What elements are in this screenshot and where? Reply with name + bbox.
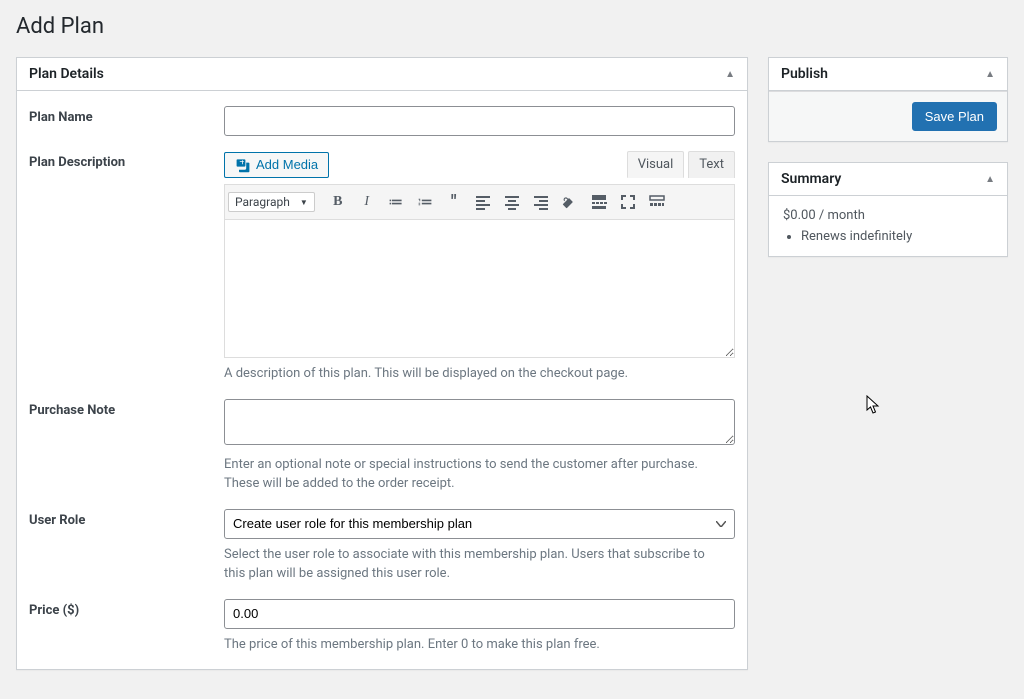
- summary-header[interactable]: Summary ▲: [769, 163, 1007, 196]
- save-plan-button[interactable]: Save Plan: [912, 102, 997, 131]
- summary-body: $0.00 / month Renews indefinitely: [769, 196, 1007, 256]
- chevron-down-icon: ▼: [300, 198, 308, 207]
- collapse-icon[interactable]: ▲: [725, 69, 735, 80]
- summary-title: Summary: [781, 171, 841, 187]
- plan-name-input[interactable]: [224, 106, 735, 136]
- bold-button[interactable]: B: [324, 188, 352, 216]
- plan-description-row: Plan Description Add Media Visual Text: [17, 136, 747, 384]
- summary-box: Summary ▲ $0.00 / month Renews indefinit…: [768, 162, 1008, 257]
- editor-toolbar: Paragraph ▼ B I ": [224, 184, 735, 220]
- user-role-help: Select the user role to associate with t…: [224, 545, 714, 584]
- insert-more-button[interactable]: [585, 188, 613, 216]
- price-label: Price ($): [29, 599, 224, 655]
- media-icon: [235, 157, 251, 173]
- plan-description-label: Plan Description: [29, 151, 224, 384]
- align-right-button[interactable]: [527, 188, 555, 216]
- purchase-note-label: Purchase Note: [29, 399, 224, 494]
- publish-header[interactable]: Publish ▲: [769, 58, 1007, 91]
- plan-details-box: Plan Details ▲ Plan Name Plan Descriptio…: [16, 57, 748, 670]
- purchase-note-input[interactable]: [224, 399, 735, 445]
- user-role-row: User Role Create user role for this memb…: [17, 494, 747, 584]
- description-editor[interactable]: [224, 220, 735, 358]
- kitchen-sink-button[interactable]: [643, 188, 671, 216]
- link-button[interactable]: [556, 188, 584, 216]
- plan-details-header[interactable]: Plan Details ▲: [17, 58, 747, 91]
- plan-name-label: Plan Name: [29, 106, 224, 136]
- price-help: The price of this membership plan. Enter…: [224, 635, 714, 655]
- user-role-label: User Role: [29, 509, 224, 584]
- publish-box: Publish ▲ Save Plan: [768, 57, 1008, 142]
- price-row: Price ($) The price of this membership p…: [17, 584, 747, 670]
- price-input[interactable]: [224, 599, 735, 629]
- left-column: Plan Details ▲ Plan Name Plan Descriptio…: [16, 57, 748, 690]
- align-center-button[interactable]: [498, 188, 526, 216]
- align-left-button[interactable]: [469, 188, 497, 216]
- page-title: Add Plan: [16, 14, 1008, 39]
- visual-tab[interactable]: Visual: [627, 151, 685, 178]
- add-media-button[interactable]: Add Media: [224, 152, 329, 178]
- publish-title: Publish: [781, 66, 828, 82]
- summary-price-line: $0.00 / month: [783, 208, 993, 223]
- right-column: Publish ▲ Save Plan Summary ▲ $0.00 / mo…: [768, 57, 1008, 690]
- collapse-icon[interactable]: ▲: [985, 69, 995, 80]
- purchase-note-row: Purchase Note Enter an optional note or …: [17, 384, 747, 494]
- plan-details-body: Plan Name Plan Description Add Media: [17, 91, 747, 669]
- italic-button[interactable]: I: [353, 188, 381, 216]
- plan-details-title: Plan Details: [29, 66, 104, 82]
- editor-topbar: Add Media Visual Text: [224, 151, 735, 178]
- text-tab[interactable]: Text: [688, 151, 735, 178]
- add-media-label: Add Media: [256, 157, 318, 172]
- editor-tabs: Visual Text: [623, 151, 735, 178]
- publish-body: Save Plan: [769, 91, 1007, 141]
- collapse-icon[interactable]: ▲: [985, 174, 995, 185]
- summary-renewal: Renews indefinitely: [801, 229, 993, 244]
- main-layout: Plan Details ▲ Plan Name Plan Descriptio…: [16, 57, 1008, 690]
- fullscreen-button[interactable]: [614, 188, 642, 216]
- description-help: A description of this plan. This will be…: [224, 364, 714, 384]
- user-role-select[interactable]: Create user role for this membership pla…: [224, 509, 735, 539]
- plan-name-row: Plan Name: [17, 91, 747, 136]
- quote-button[interactable]: ": [440, 188, 468, 216]
- number-list-button[interactable]: [411, 188, 439, 216]
- paragraph-select[interactable]: Paragraph ▼: [228, 192, 315, 212]
- paragraph-label: Paragraph: [235, 195, 290, 209]
- purchase-note-help: Enter an optional note or special instru…: [224, 455, 714, 494]
- bullet-list-button[interactable]: [382, 188, 410, 216]
